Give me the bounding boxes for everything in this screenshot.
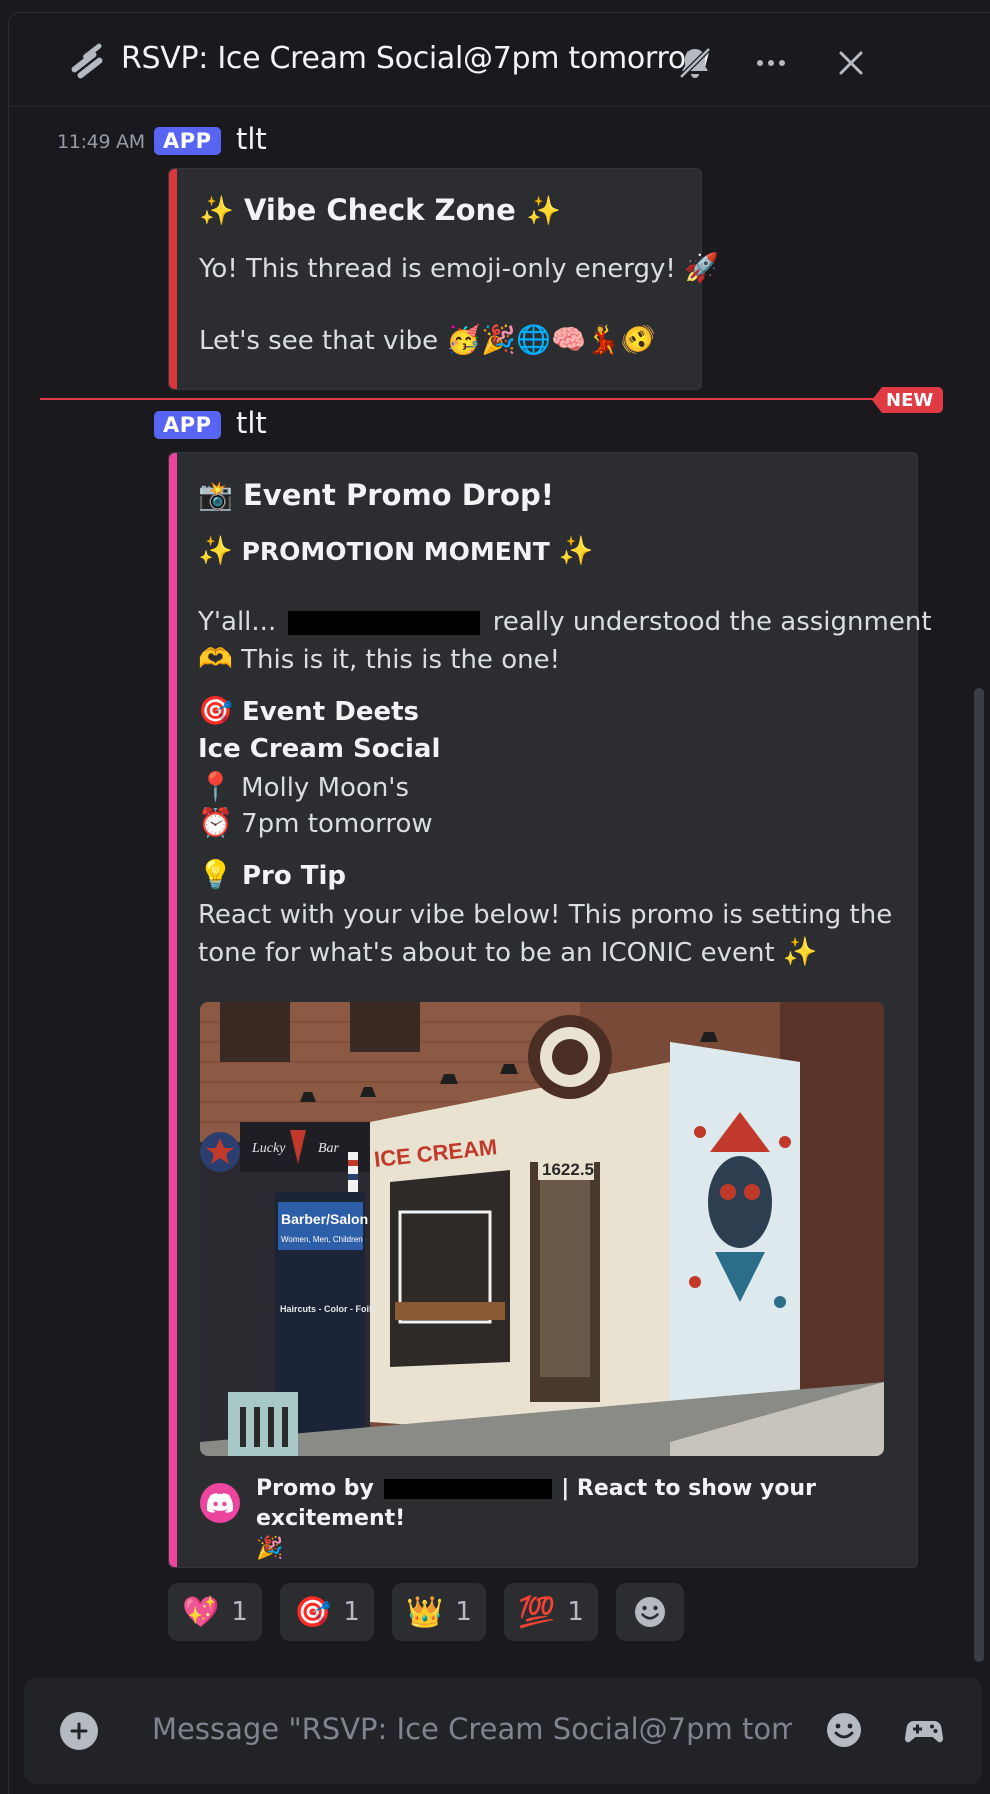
event-name: Ice Cream Social: [198, 734, 441, 764]
footer-prefix-text: Promo by: [256, 1476, 374, 1501]
sparkling-heart-emoji: 💖: [182, 1594, 220, 1630]
close-icon: [839, 51, 863, 75]
reaction-sparkling-heart[interactable]: 💖 1: [168, 1583, 262, 1641]
event-time: ⏰ 7pm tomorrow: [198, 806, 433, 839]
target-emoji: 🎯: [294, 1594, 332, 1630]
barber-sign: Barber/Salon: [281, 1211, 368, 1227]
reaction-count: 1: [567, 1597, 584, 1627]
reaction-count: 1: [231, 1597, 248, 1627]
sparkles-emoji: ✨: [199, 194, 234, 227]
event-location-text: Molly Moon's: [241, 773, 409, 803]
rocket-emoji: 🚀: [684, 251, 719, 284]
embed-title-text: Vibe Check Zone: [243, 193, 516, 227]
event-deets-heading: 🎯 Event Deets: [198, 694, 419, 727]
address-sign: 1622.5: [542, 1160, 594, 1179]
embed-intro-line2: 🫶 This is it, this is the one!: [198, 642, 560, 675]
discord-logo-icon: [207, 1493, 233, 1513]
embed-title-text: Event Promo Drop!: [242, 478, 554, 512]
embed-subtitle: ✨ PROMOTION MOMENT ✨: [198, 534, 593, 567]
reaction-count: 1: [343, 1597, 360, 1627]
embed-accent-bar: [169, 169, 177, 389]
heart-hands-emoji: 🫶: [198, 642, 233, 675]
close-thread-button[interactable]: [829, 41, 873, 85]
sparkles-emoji: ✨: [782, 935, 818, 968]
embed-footer: Promo by | React to show your excitement…: [256, 1474, 876, 1564]
thread-header: RSVP: Ice Cream Social@7pm tomorrow: [9, 13, 990, 107]
add-reaction-button[interactable]: [616, 1583, 684, 1641]
storefront-illustration: ICE CREAM 1622.5 Lucky Bar Barber/Salon …: [200, 1002, 884, 1456]
event-deets-heading-text: Event Deets: [241, 697, 420, 727]
vibe-check-embed: ✨ Vibe Check Zone ✨ Yo! This thread is e…: [168, 168, 719, 390]
reaction-crown[interactable]: 👑 1: [392, 1583, 486, 1641]
party-popper-emoji: 🎉: [256, 1536, 284, 1561]
intro-start-text: Y'all...: [198, 607, 277, 637]
embed-line-text: Let's see that vibe: [199, 326, 439, 356]
more-options-button[interactable]: [749, 41, 793, 85]
new-messages-divider: [40, 398, 908, 400]
embed-title: ✨ Vibe Check Zone ✨: [199, 193, 561, 227]
message-input[interactable]: Message "RSVP: Ice Cream Social@7pm tom.…: [152, 1712, 792, 1746]
new-badge: NEW: [872, 387, 944, 413]
embed-line: Let's see that vibe 🥳🎉🌐🧠💃🫨: [199, 323, 656, 356]
event-time-text: 7pm tomorrow: [241, 809, 433, 839]
embed-line: Yo! This thread is emoji-only energy! 🚀: [199, 251, 719, 284]
redacted-name: [288, 610, 481, 635]
lucky-sign: Lucky: [251, 1141, 286, 1156]
notifications-muted-button[interactable]: [673, 41, 717, 85]
message-composer: Message "RSVP: Ice Cream Social@7pm tom.…: [24, 1678, 982, 1784]
event-location: 📍 Molly Moon's: [198, 770, 409, 803]
intro-end-text: really understood the assignment: [492, 607, 932, 637]
upload-button[interactable]: [60, 1712, 98, 1750]
reaction-count: 1: [455, 1597, 472, 1627]
embed-accent-bar: [169, 453, 177, 1567]
pin-emoji: 📍: [198, 770, 233, 803]
username[interactable]: tlt: [236, 122, 267, 156]
reaction-target[interactable]: 🎯 1: [280, 1583, 374, 1641]
plus-icon: [70, 1722, 88, 1740]
embed-line-text: Yo! This thread is emoji-only energy!: [199, 254, 676, 284]
emoji-sequence: 🥳🎉🌐🧠💃🫨: [446, 323, 656, 356]
app-badge: APP: [154, 411, 221, 439]
username[interactable]: tlt: [236, 406, 267, 440]
target-emoji: 🎯: [198, 694, 233, 727]
pro-tip-heading-text: Pro Tip: [241, 861, 346, 891]
message-timestamp: 11:49 AM: [57, 131, 145, 153]
barber-sub-sign: Women, Men, Children: [281, 1235, 363, 1244]
alarm-clock-emoji: ⏰: [198, 806, 233, 839]
ellipsis-icon: [757, 60, 785, 66]
scrollbar[interactable]: [974, 688, 984, 1662]
bot-avatar: [200, 1483, 240, 1523]
emoji-picker-icon[interactable]: [824, 1710, 864, 1750]
hundred-points-emoji: 💯: [518, 1594, 556, 1630]
sparkles-emoji: ✨: [558, 534, 594, 567]
bell-slash-icon: [679, 47, 711, 79]
intro-line2-text: This is it, this is the one!: [241, 645, 560, 675]
sparkles-emoji: ✨: [525, 194, 561, 227]
pro-tip-line2-text: tone for what's about to be an ICONIC ev…: [198, 938, 775, 968]
haircuts-sign: Haircuts - Color - Foils: [280, 1304, 377, 1314]
light-bulb-emoji: 💡: [198, 858, 233, 891]
pro-tip-heading: 💡 Pro Tip: [198, 858, 346, 891]
embed-title: 📸 Event Promo Drop!: [198, 478, 554, 512]
thread-title: RSVP: Ice Cream Social@7pm tomorrow: [121, 41, 711, 76]
smiley-icon: [635, 1597, 665, 1627]
crown-emoji: 👑: [406, 1594, 444, 1630]
app-badge: APP: [154, 127, 221, 155]
sparkles-emoji: ✨: [198, 534, 233, 567]
embed-subtitle-text: PROMOTION MOMENT: [241, 537, 550, 566]
pro-tip-line2: tone for what's about to be an ICONIC ev…: [198, 935, 818, 968]
redacted-name: [383, 1479, 552, 1499]
thread-icon: [71, 43, 103, 79]
bar-sign: Bar: [318, 1141, 340, 1156]
pro-tip-line1: React with your vibe below! This promo i…: [198, 900, 893, 930]
gamepad-icon[interactable]: [904, 1710, 944, 1750]
embed-intro-line1: Y'all... really understood the assignmen…: [198, 607, 932, 637]
camera-flash-emoji: 📸: [198, 479, 233, 512]
reaction-hundred[interactable]: 💯 1: [504, 1583, 598, 1641]
storefront-photo[interactable]: ICE CREAM 1622.5 Lucky Bar Barber/Salon …: [200, 1002, 884, 1456]
